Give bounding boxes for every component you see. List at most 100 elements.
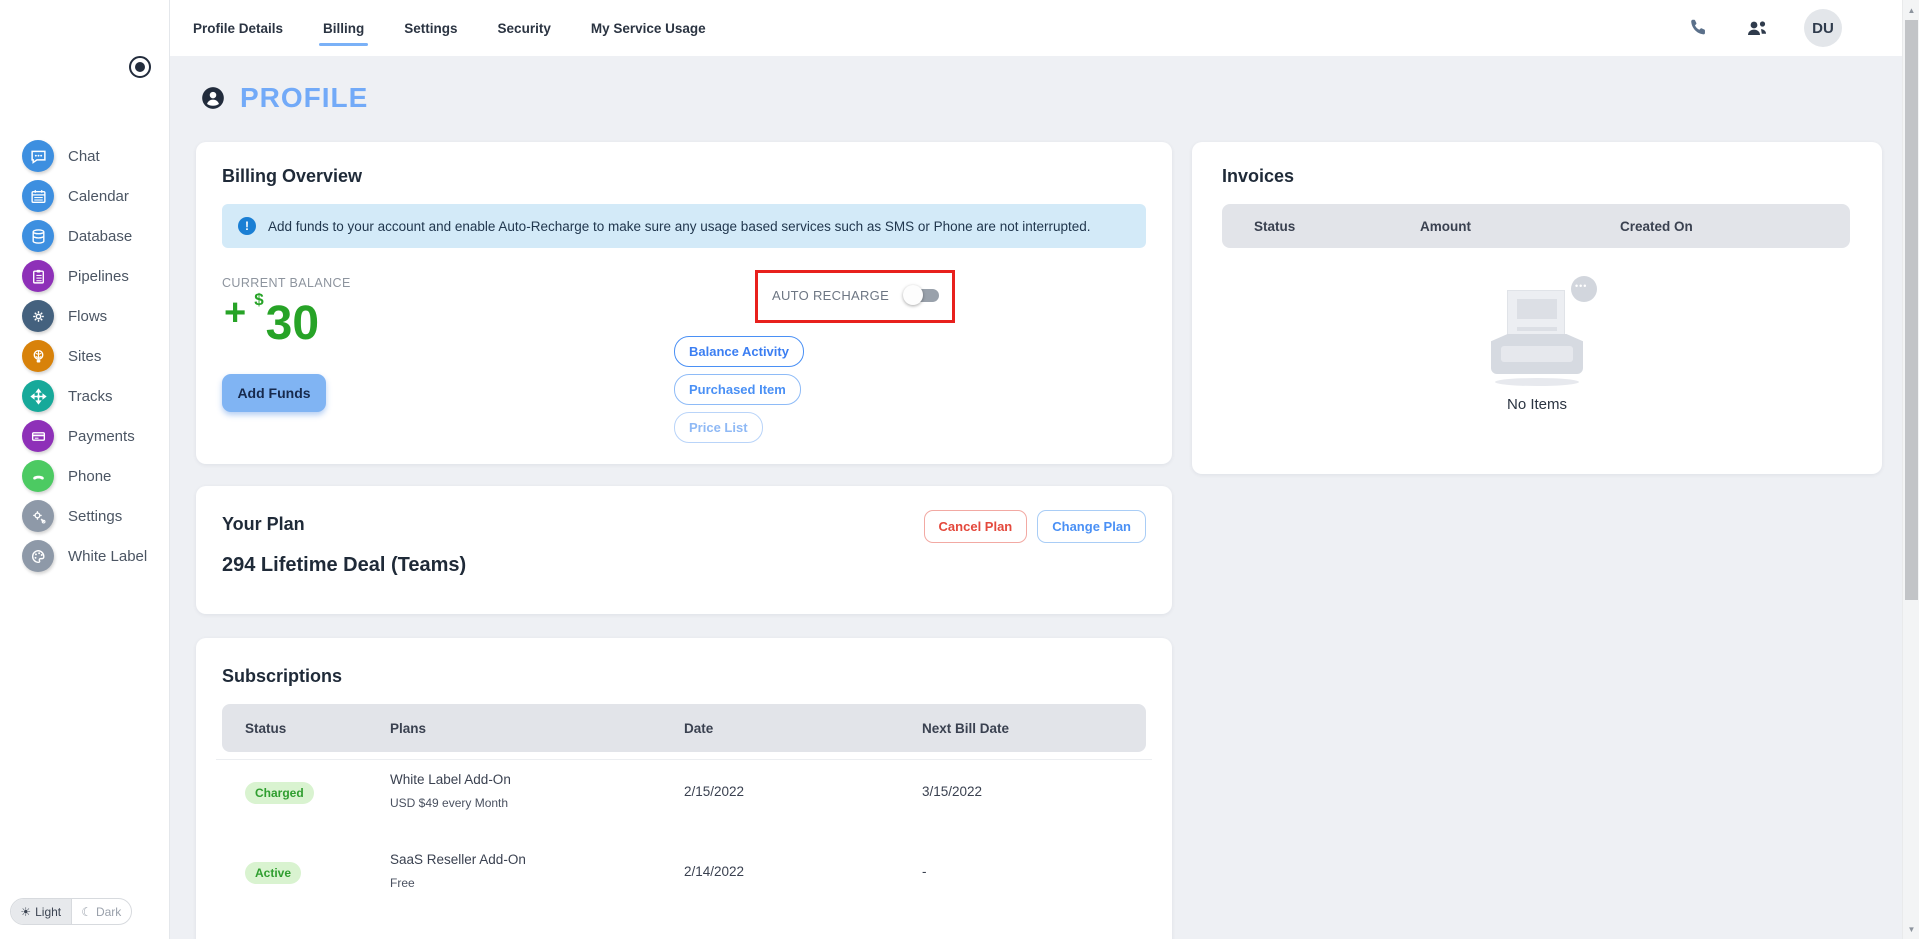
invoices-col-created-on: Created On: [1620, 218, 1693, 234]
auto-recharge-toggle[interactable]: [903, 285, 941, 305]
top-navigation-bar: Profile Details Billing Settings Securit…: [170, 0, 1902, 56]
billing-info-text: Add funds to your account and enable Aut…: [268, 218, 1091, 234]
info-icon: !: [238, 217, 256, 235]
your-plan-card: Your Plan Cancel Plan Change Plan 294 Li…: [196, 486, 1172, 614]
tab-security[interactable]: Security: [496, 3, 553, 54]
invoices-col-amount: Amount: [1420, 218, 1471, 234]
main-content: PROFILE Billing Overview ! Add funds to …: [170, 56, 1902, 939]
sidebar-item-database[interactable]: Database: [0, 216, 169, 256]
subs-col-next-bill-date: Next Bill Date: [922, 720, 1010, 736]
invoices-table-header: Status Amount Created On: [1222, 204, 1850, 248]
invoices-col-status: Status: [1254, 218, 1296, 234]
moon-icon: ☾: [81, 904, 92, 919]
sidebar-item-tracks[interactable]: Tracks: [0, 376, 169, 416]
tab-profile-details[interactable]: Profile Details: [191, 3, 285, 54]
flows-icon: [22, 300, 54, 332]
theme-dark-button[interactable]: ☾ Dark: [70, 899, 132, 924]
sidebar-collapse-toggle-icon[interactable]: [129, 56, 151, 78]
table-row: Active SaaS Reseller Add-On Free 2/14/20…: [222, 836, 1146, 914]
theme-dark-label: Dark: [95, 904, 122, 919]
sidebar-item-label: Tracks: [68, 387, 113, 405]
settings-icon: [22, 500, 54, 532]
your-plan-title: Your Plan: [222, 514, 305, 534]
plan-name: 294 Lifetime Deal (Teams): [222, 554, 467, 576]
balance-currency: $: [254, 290, 264, 309]
sidebar-item-payments[interactable]: Payments: [0, 416, 169, 456]
scroll-up-icon[interactable]: ▲: [1903, 2, 1919, 18]
sidebar-nav: Chat Calendar Database Pipelines Flows S…: [0, 136, 169, 576]
balance-amount: 30: [265, 297, 320, 350]
purchased-item-button[interactable]: Purchased Item: [674, 374, 801, 405]
invoices-title: Invoices: [1222, 166, 1295, 186]
app-window: Chat Calendar Database Pipelines Flows S…: [0, 0, 1919, 939]
tab-my-service-usage[interactable]: My Service Usage: [589, 3, 708, 54]
invoices-empty-state: No Items: [1192, 276, 1882, 413]
cancel-plan-button[interactable]: Cancel Plan: [923, 510, 1028, 543]
tab-settings[interactable]: Settings: [402, 3, 459, 54]
tab-billing[interactable]: Billing: [319, 3, 369, 54]
auto-recharge-label: AUTO RECHARGE: [772, 287, 890, 303]
sidebar-item-label: Database: [68, 227, 133, 245]
plan-sub-cell: Free: [390, 876, 415, 890]
calendar-icon: [22, 180, 54, 212]
sidebar-item-white-label[interactable]: White Label: [0, 536, 169, 576]
table-row: Charged White Label Add-On USD $49 every…: [222, 756, 1146, 834]
date-cell: 2/14/2022: [684, 864, 745, 879]
add-funds-button[interactable]: Add Funds: [222, 374, 326, 412]
scrollbar-thumb[interactable]: [1905, 20, 1918, 600]
sidebar: Chat Calendar Database Pipelines Flows S…: [0, 0, 170, 939]
change-plan-button[interactable]: Change Plan: [1037, 510, 1146, 543]
phone-call-icon[interactable]: [1688, 17, 1710, 39]
next-bill-cell: 3/15/2022: [922, 784, 983, 799]
sidebar-item-label: Payments: [68, 427, 135, 445]
chat-bubble-icon: [1571, 276, 1597, 302]
users-icon[interactable]: [1744, 17, 1770, 39]
vertical-scrollbar: ▲ ▼: [1902, 0, 1919, 939]
page-title-text: PROFILE: [240, 82, 369, 113]
sidebar-item-label: Sites: [68, 347, 102, 365]
tracks-icon: [22, 380, 54, 412]
subs-col-date: Date: [684, 720, 714, 736]
sidebar-item-settings[interactable]: Settings: [0, 496, 169, 536]
billing-info-banner: ! Add funds to your account and enable A…: [222, 204, 1146, 248]
chat-icon: [22, 140, 54, 172]
sites-icon: [22, 340, 54, 372]
sidebar-item-label: Flows: [68, 307, 108, 325]
invoices-card: Invoices Status Amount Created On No Ite…: [1192, 142, 1882, 474]
sidebar-item-flows[interactable]: Flows: [0, 296, 169, 336]
date-cell: 2/15/2022: [684, 784, 745, 799]
profile-tabs: Profile Details Billing Settings Securit…: [191, 0, 708, 56]
empty-inbox-illustration: [1477, 276, 1597, 386]
sidebar-item-phone[interactable]: Phone: [0, 456, 169, 496]
sidebar-item-label: Settings: [68, 507, 123, 525]
sidebar-item-label: Phone: [68, 467, 112, 485]
no-items-text: No Items: [1506, 396, 1567, 413]
white-label-icon: [22, 540, 54, 572]
price-list-button[interactable]: Price List: [674, 412, 763, 443]
page-title: PROFILE: [200, 82, 368, 114]
sidebar-item-chat[interactable]: Chat: [0, 136, 169, 176]
subs-col-plans: Plans: [390, 720, 427, 736]
subs-col-status: Status: [245, 720, 287, 736]
profile-icon: [202, 87, 224, 109]
theme-light-label: Light: [35, 904, 62, 919]
next-bill-cell: -: [922, 864, 927, 879]
sidebar-item-sites[interactable]: Sites: [0, 336, 169, 376]
sidebar-item-pipelines[interactable]: Pipelines: [0, 256, 169, 296]
sidebar-item-label: Pipelines: [68, 267, 129, 285]
subscriptions-table-header: Status Plans Date Next Bill Date: [222, 704, 1146, 752]
balance-activity-button[interactable]: Balance Activity: [674, 336, 804, 367]
phone-icon: [22, 460, 54, 492]
billing-overview-title: Billing Overview: [222, 166, 363, 186]
sidebar-item-calendar[interactable]: Calendar: [0, 176, 169, 216]
sun-icon: ☀: [20, 904, 32, 919]
database-icon: [22, 220, 54, 252]
scroll-down-icon[interactable]: ▼: [1903, 921, 1919, 937]
theme-light-button[interactable]: ☀ Light: [11, 899, 71, 924]
user-avatar[interactable]: DU: [1804, 9, 1842, 47]
current-balance-label: CURRENT BALANCE: [222, 276, 351, 290]
payments-icon: [22, 420, 54, 452]
current-balance-value: + $30: [224, 290, 319, 351]
subscriptions-title: Subscriptions: [222, 666, 343, 686]
sidebar-item-label: Calendar: [68, 187, 129, 205]
